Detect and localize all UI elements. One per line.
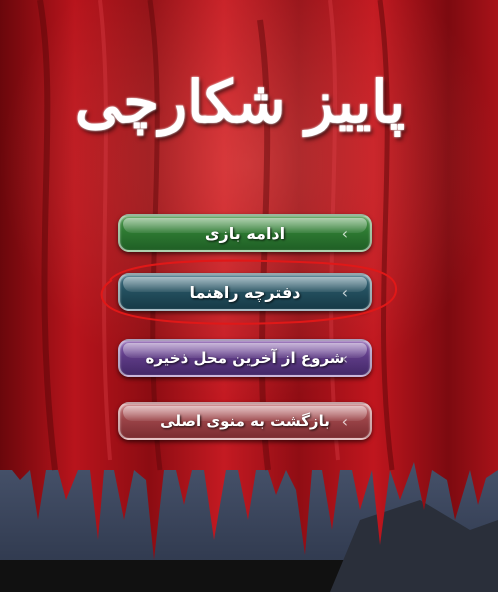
back-to-main-menu-button[interactable]: ‹ بازگشت به منوی اصلی bbox=[118, 402, 372, 440]
back-to-main-menu-label: بازگشت به منوی اصلی bbox=[160, 412, 330, 430]
load-last-save-button[interactable]: ‹ شروع از آخرین محل ذخیره bbox=[118, 339, 372, 377]
game-menu-screen: پاییز شکارچی ‹ ادامه بازی ‹ دفترچه راهنم… bbox=[0, 0, 498, 592]
load-last-save-label: شروع از آخرین محل ذخیره bbox=[145, 349, 345, 367]
guide-book-label: دفترچه راهنما bbox=[189, 282, 301, 302]
continue-game-label: ادامه بازی bbox=[204, 223, 286, 243]
game-title: پاییز شکارچی bbox=[74, 68, 406, 136]
continue-game-button[interactable]: ‹ ادامه بازی bbox=[118, 214, 372, 252]
guide-book-button[interactable]: ‹ دفترچه راهنما bbox=[118, 273, 372, 311]
